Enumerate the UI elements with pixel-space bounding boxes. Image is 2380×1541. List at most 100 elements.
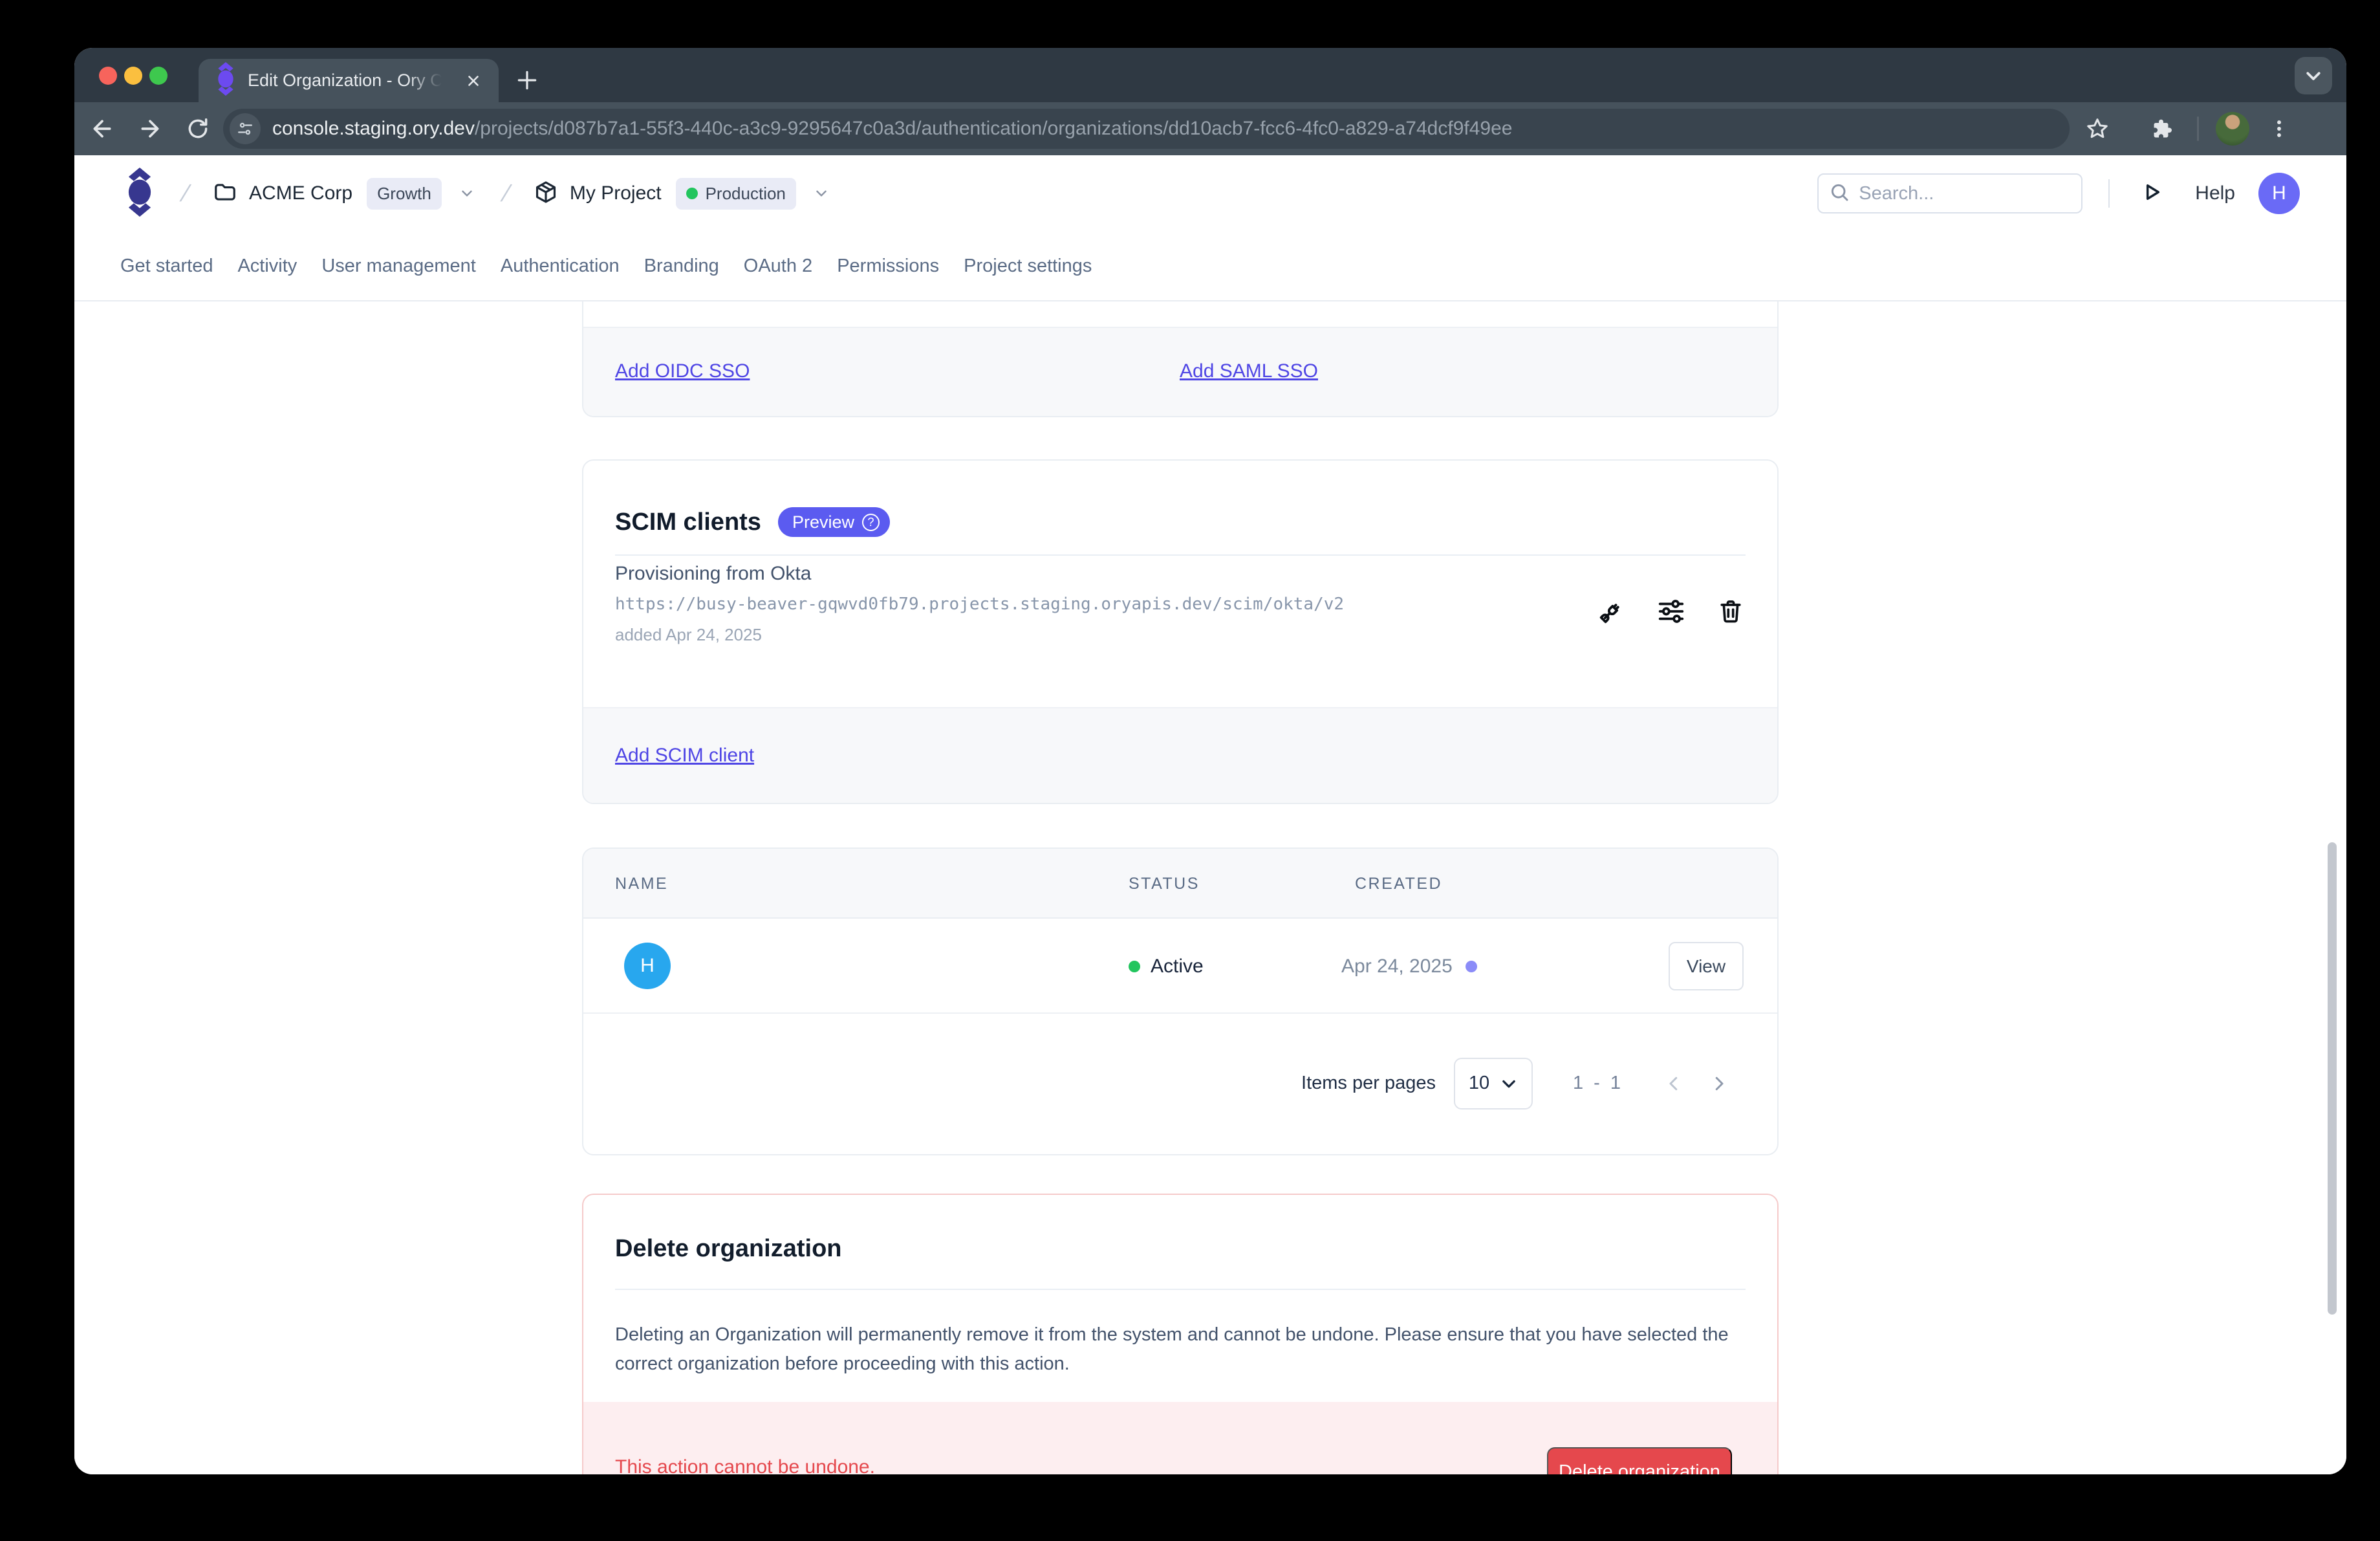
url-path: /projects/d087b7a1-55f3-440c-a3c9-929564… bbox=[475, 118, 1513, 139]
user-avatar[interactable]: H bbox=[2258, 173, 2300, 214]
environment-badge: Production bbox=[676, 178, 796, 210]
items-per-page-value: 10 bbox=[1469, 1073, 1489, 1094]
danger-warning-text: This action cannot be undone. bbox=[615, 1456, 875, 1474]
nav-user-management[interactable]: User management bbox=[321, 256, 476, 277]
status-active-dot bbox=[1129, 961, 1140, 972]
reload-button[interactable] bbox=[183, 114, 213, 144]
created-cell: Apr 24, 2025 bbox=[1341, 919, 1477, 1014]
scim-client-actions bbox=[1597, 596, 1746, 626]
status-label: Active bbox=[1151, 956, 1204, 978]
sso-card-footer: Add OIDC SSO Add SAML SSO bbox=[583, 328, 1777, 416]
configure-sliders-icon[interactable] bbox=[1656, 596, 1686, 626]
delete-trash-icon[interactable] bbox=[1716, 596, 1746, 626]
next-page-icon[interactable] bbox=[1706, 1071, 1732, 1097]
browser-window: Edit Organization - Ory Conso console.st… bbox=[74, 48, 2346, 1474]
console-header: / ACME Corp Growth / My Project Producti… bbox=[74, 155, 2346, 232]
new-tab-button[interactable] bbox=[509, 62, 545, 98]
scim-clients-title: SCIM clients bbox=[615, 508, 761, 536]
breadcrumb-separator: / bbox=[180, 180, 190, 207]
environment-status-dot bbox=[686, 188, 698, 199]
organization-table-card: NAME STATUS CREATED H Active Apr 24, 202… bbox=[582, 847, 1779, 1155]
site-info-icon[interactable] bbox=[230, 113, 261, 144]
previous-page-icon[interactable] bbox=[1661, 1071, 1687, 1097]
workspace-chevron-down-icon[interactable] bbox=[459, 185, 475, 202]
created-indicator-dot bbox=[1466, 961, 1477, 972]
search-box[interactable] bbox=[1817, 173, 2082, 213]
danger-footer: This action cannot be undone. Delete org… bbox=[583, 1402, 1777, 1474]
view-button[interactable]: View bbox=[1669, 942, 1744, 990]
breadcrumb-separator: / bbox=[501, 180, 511, 207]
url-text: console.staging.ory.dev/projects/d087b7a… bbox=[272, 118, 1512, 140]
search-icon bbox=[1829, 182, 1850, 206]
nav-oauth2[interactable]: OAuth 2 bbox=[744, 256, 812, 277]
items-per-page-select[interactable]: 10 bbox=[1454, 1058, 1533, 1109]
test-connection-plug-icon[interactable] bbox=[1597, 596, 1627, 626]
chevron-down-icon bbox=[1500, 1075, 1518, 1093]
scim-client-url: https://busy-beaver-gqwvd0fb79.projects.… bbox=[615, 595, 1344, 614]
row-avatar: H bbox=[624, 943, 671, 989]
workspace-folder-icon bbox=[213, 180, 237, 208]
scim-card-footer: Add SCIM client bbox=[583, 707, 1777, 803]
column-header-name: NAME bbox=[615, 849, 668, 919]
nav-authentication[interactable]: Authentication bbox=[501, 256, 620, 277]
environment-badge-label: Production bbox=[706, 184, 786, 204]
ory-favicon bbox=[215, 62, 236, 99]
browser-menu-icon[interactable] bbox=[2264, 114, 2294, 144]
browser-profile-avatar[interactable] bbox=[2216, 112, 2249, 146]
sso-card: Add OIDC SSO Add SAML SSO bbox=[582, 301, 1779, 417]
scim-client-name: Provisioning from Okta bbox=[615, 563, 811, 585]
address-bar[interactable]: console.staging.ory.dev/projects/d087b7a… bbox=[223, 109, 2070, 149]
status-cell: Active bbox=[1129, 919, 1204, 1014]
page-range-label: 1 - 1 bbox=[1573, 1073, 1623, 1094]
tab-title: Edit Organization - Ory Conso bbox=[248, 71, 442, 91]
add-oidc-sso-link[interactable]: Add OIDC SSO bbox=[615, 360, 750, 382]
forward-button[interactable] bbox=[135, 114, 165, 144]
tab-search-button[interactable] bbox=[2295, 57, 2332, 94]
window-minimize-button[interactable] bbox=[124, 67, 142, 85]
back-button[interactable] bbox=[87, 114, 117, 144]
nav-get-started[interactable]: Get started bbox=[120, 256, 213, 277]
nav-project-settings[interactable]: Project settings bbox=[964, 256, 1092, 277]
url-host: console.staging.ory.dev bbox=[272, 118, 475, 139]
nav-activity[interactable]: Activity bbox=[237, 256, 297, 277]
search-input[interactable] bbox=[1859, 183, 2053, 204]
browser-toolbar: console.staging.ory.dev/projects/d087b7a… bbox=[74, 102, 2346, 155]
toolbar-divider bbox=[2197, 116, 2199, 141]
column-header-status: STATUS bbox=[1129, 849, 1200, 919]
table-row: H Active Apr 24, 2025 View bbox=[583, 919, 1777, 1014]
nav-branding[interactable]: Branding bbox=[644, 256, 719, 277]
project-chevron-down-icon[interactable] bbox=[813, 185, 830, 202]
project-name[interactable]: My Project bbox=[570, 182, 662, 204]
sso-card-body bbox=[583, 301, 1777, 328]
add-scim-client-link[interactable]: Add SCIM client bbox=[615, 745, 754, 767]
delete-organization-card: Delete organization Deleting an Organiza… bbox=[582, 1194, 1779, 1474]
extensions-icon[interactable] bbox=[2147, 114, 2177, 144]
pagination: Items per pages 10 1 - 1 bbox=[583, 1012, 1777, 1154]
window-zoom-button[interactable] bbox=[149, 67, 168, 85]
bookmark-star-icon[interactable] bbox=[2082, 114, 2112, 144]
items-per-page-label: Items per pages bbox=[1301, 1073, 1436, 1094]
delete-organization-title: Delete organization bbox=[615, 1235, 842, 1263]
window-controls bbox=[99, 67, 168, 85]
tab-close-icon[interactable] bbox=[462, 70, 484, 92]
page-content: Add OIDC SSO Add SAML SSO SCIM clients P… bbox=[74, 301, 2346, 1474]
column-header-created: CREATED bbox=[1355, 849, 1442, 919]
run-play-icon[interactable] bbox=[2139, 180, 2164, 208]
workspace-plan-badge: Growth bbox=[367, 178, 442, 210]
header-divider bbox=[2108, 179, 2110, 208]
add-saml-sso-link[interactable]: Add SAML SSO bbox=[1180, 360, 1318, 382]
window-close-button[interactable] bbox=[99, 67, 117, 85]
ory-logo[interactable] bbox=[125, 168, 155, 220]
workspace-name[interactable]: ACME Corp bbox=[249, 182, 352, 204]
delete-organization-button[interactable]: Delete organization bbox=[1547, 1447, 1732, 1474]
nav-permissions[interactable]: Permissions bbox=[837, 256, 939, 277]
page-scrollbar[interactable] bbox=[2328, 842, 2337, 1315]
preview-badge[interactable]: Preview ? bbox=[778, 507, 890, 537]
scim-client-added-date: added Apr 24, 2025 bbox=[615, 625, 762, 645]
preview-badge-label: Preview bbox=[792, 512, 854, 532]
browser-tab[interactable]: Edit Organization - Ory Conso bbox=[199, 59, 499, 102]
project-nav: Get started Activity User management Aut… bbox=[74, 232, 2346, 301]
help-link[interactable]: Help bbox=[2195, 182, 2235, 204]
table-header: NAME STATUS CREATED bbox=[583, 849, 1777, 919]
project-box-icon bbox=[534, 180, 558, 208]
